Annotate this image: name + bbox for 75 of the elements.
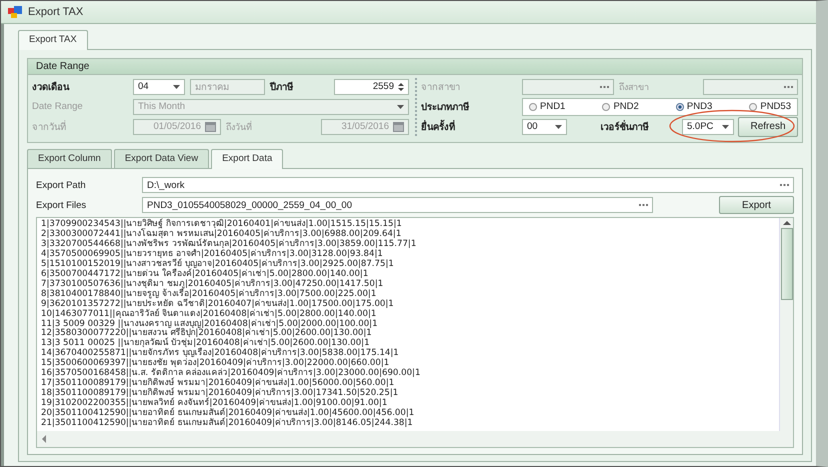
app-icon bbox=[8, 6, 22, 18]
output-line: 14|3670400255871||นายจักรภัทร บุญเรือง|20160408|ค่าบริการ|3.00|5838.00|175.14|1 bbox=[41, 349, 400, 358]
dropdown-arrow-icon bbox=[722, 124, 729, 129]
radio-button[interactable] bbox=[676, 102, 684, 111]
output-line: 13|3 5011 00025 ||นายกุลวัฒน์ บัวชุ่ม|20160408|ค่าเช่า|5.00|2600.00|130.00|1 bbox=[41, 339, 370, 348]
output-line: 16|3570500168458||น.ส. รัตติกาล คล่องแคล่ว|20160409|ค่าบริการ|3.00|23000.00|690.00|1 bbox=[41, 369, 422, 378]
spinner-arrows-icon bbox=[398, 82, 404, 92]
export-button[interactable]: Export bbox=[719, 196, 794, 214]
field-label: เวอร์ชั่นภาษี bbox=[600, 119, 650, 134]
tab[interactable]: Export TAX bbox=[18, 30, 88, 50]
output-line: 19|3102002200355||นายพลวิทย์ คงจันทร์|20160409|ค่าขนส่ง|1.00|9100.00|91.00|1 bbox=[41, 399, 388, 408]
version-dropdown[interactable]: 5.0PC bbox=[682, 118, 734, 135]
radio-button[interactable] bbox=[749, 102, 758, 111]
calendar-icon bbox=[205, 122, 216, 132]
output-line: 8|3810400178840||นายจรูญ จ้างเรือ|20160405|ค่าบริการ|3.00|7500.00|225.00|1 bbox=[41, 290, 376, 299]
radio-option[interactable]: PND53 bbox=[749, 101, 791, 112]
branch-field[interactable] bbox=[522, 78, 614, 95]
tab[interactable]: Export Data View bbox=[114, 148, 210, 168]
ellipsis-icon bbox=[780, 184, 789, 186]
radio-option[interactable]: PND3 bbox=[676, 101, 712, 112]
output-line: 3|3320700544668||นางพัชริพร วรพัฒน์รัตนกุล|20160405|ค่าบริการ|3.00|3859.00|115.77|1 bbox=[41, 240, 418, 249]
output-text-area[interactable] bbox=[36, 216, 794, 448]
field-label: ประเภทภาษี bbox=[421, 100, 470, 114]
radio-button[interactable] bbox=[529, 102, 537, 111]
branch-field[interactable] bbox=[703, 78, 798, 95]
output-line: 1|3709900234543||นายวิศิษฐ์ กิจการเดชาวุฒิ|20160401|ค่าขนส่ง|1.00|1515.15|15.15|1 bbox=[41, 220, 403, 229]
output-line: 5|1510100152019||นางสาวชลรวีย์ บุญอาจ|20160405|ค่าบริการ|3.00|2925.00|87.75|1 bbox=[41, 260, 395, 269]
year-spinner[interactable]: 2559 bbox=[334, 78, 409, 95]
dropdown-arrow-icon bbox=[555, 124, 562, 129]
output-line: 17|3501100089179||นายกิติพงษ์ พรมมา|20160409|ค่าขนส่ง|1.00|56000.00|560.00|1 bbox=[41, 379, 394, 388]
ellipsis-icon bbox=[600, 86, 609, 88]
radio-button[interactable] bbox=[602, 102, 610, 111]
scroll-thumb[interactable] bbox=[780, 228, 792, 300]
output-line: 15|3500600069397||นายธงชัย พุดว่อง|20160409|ค่าบริการ|3.00|22000.00|660.00|1 bbox=[41, 359, 390, 368]
field-label: ถึงวันที่ bbox=[226, 120, 253, 134]
output-line: 10|1463077011||คุณอาริวัลย์ จินดาแดง|20160408|ค่าเช่า|5.00|2800.00|140.00|1 bbox=[41, 310, 378, 319]
month-name-field: มกราคม bbox=[190, 78, 265, 95]
tab[interactable]: Export Column bbox=[27, 148, 112, 168]
ellipsis-icon bbox=[639, 204, 648, 206]
scroll-left-icon bbox=[42, 435, 46, 443]
group-title: Date Range bbox=[36, 60, 90, 72]
refresh-button[interactable]: Refresh bbox=[738, 116, 798, 137]
horizontal-scrollbar[interactable] bbox=[37, 431, 793, 447]
dropdown-arrow-icon bbox=[173, 84, 180, 89]
filing-dropdown[interactable]: 00 bbox=[522, 118, 567, 135]
output-line: 7|3730100507636||นางชุติมา ชมภู|20160405|ค่าบริการ|3.00|47250.00|1417.50|1 bbox=[41, 280, 384, 289]
tab[interactable]: Export Data bbox=[211, 148, 284, 169]
field-label: ถึงสาขา bbox=[619, 80, 650, 94]
ellipsis-icon bbox=[784, 86, 793, 88]
output-line: 11|3 5009 00329 ||นางนงคราญ แสงบุญ|20160408|ค่าเช่า|5.00|2000.00|100.00|1 bbox=[41, 320, 379, 329]
dropdown-arrow-icon bbox=[397, 104, 404, 109]
output-line: 2|3300300072441||นางโฉมสุดา พรหมเสน|20160405|ค่าบริการ|3.00|6988.00|209.64|1 bbox=[41, 230, 402, 239]
field-label: Export Path bbox=[36, 180, 87, 191]
month-dropdown[interactable]: 04 bbox=[133, 78, 185, 95]
calendar-icon bbox=[393, 122, 404, 132]
field-label: ยื่นครั้งที่ bbox=[421, 119, 517, 134]
field-label: ปีภาษี bbox=[270, 80, 294, 94]
radio-option[interactable]: PND2 bbox=[602, 101, 639, 112]
field-label: งวดเดือน bbox=[32, 80, 70, 94]
output-line: 20|3501100412590||นายอาทิตย์ ธนเกษมสันต์|20160409|ค่าขนส่ง|1.00|45600.00|456.00|1 bbox=[41, 409, 416, 418]
field-label: Date Range bbox=[32, 101, 84, 112]
window-title: Export TAX bbox=[28, 6, 84, 18]
output-line: 12|3580300077220||นายสงวน ศรีธิปุก|20160408|ค่าเช่า|5.00|2600.00|130.00|1 bbox=[41, 329, 372, 338]
file-field[interactable]: PND3_0105540058029_00000_2559_04_00_00 bbox=[142, 197, 653, 214]
vertical-scrollbar[interactable] bbox=[779, 218, 793, 431]
path-field[interactable]: D:\_work bbox=[142, 177, 794, 194]
radio-option[interactable]: PND1 bbox=[529, 101, 566, 112]
field-label: Export Files bbox=[36, 200, 88, 211]
output-line: 9|3620101357272||นายประหยัด ฉวีชาติ|20160407|ค่าขนส่ง|1.00|17500.00|175.00|1 bbox=[41, 300, 395, 309]
output-line: 18|3501100089179||นายกิติพงษ์ พรมมา|20160409|ค่าบริการ|3.00|17341.50|520.25|1 bbox=[41, 389, 400, 398]
output-line: 21|3501100412590||นายอาทิตย์ ธนเกษมสันต์|20160409|ค่าบริการ|3.00|8146.05|244.38|1 bbox=[41, 419, 414, 429]
output-line: 6|3500700447172||นายด่วน ใครืองค์|20160405|ค่าเช่า|5.00|2800.00|140.00|1 bbox=[41, 270, 368, 279]
output-line: 4|3570500069905||นายวรายุทธ อาจศำ|20160405|ค่าบริการ|3.00|3128.00|93.84|1 bbox=[41, 250, 384, 259]
field-label: จากสาขา bbox=[421, 81, 461, 94]
field-label: จากวันที่ bbox=[32, 119, 67, 134]
